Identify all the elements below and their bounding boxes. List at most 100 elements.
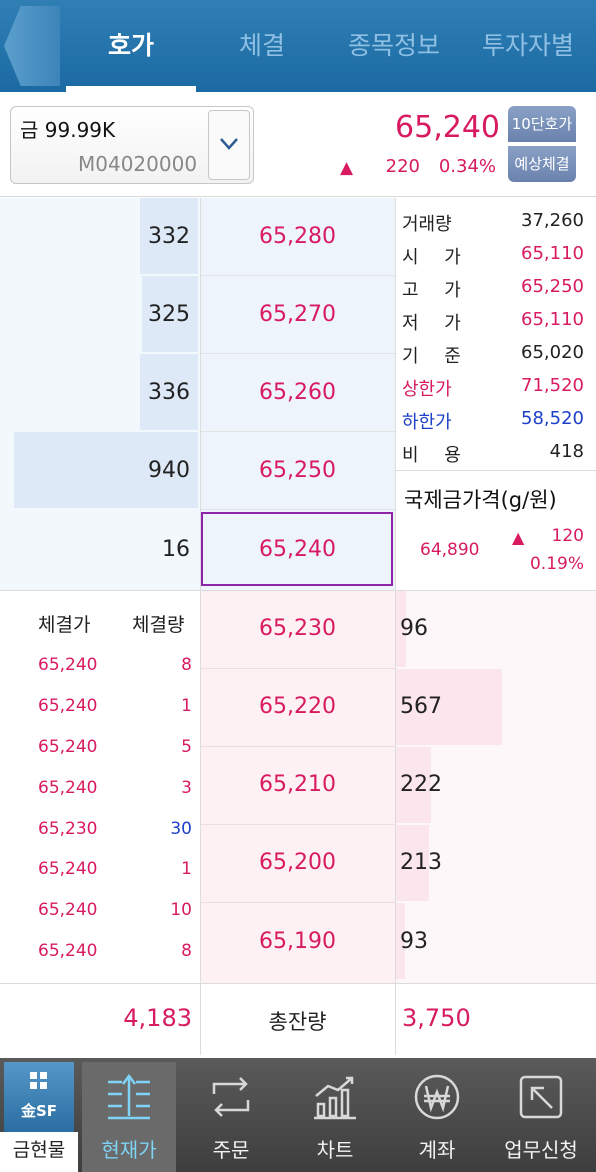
stat-value-high: 65,250 bbox=[521, 276, 584, 297]
grid-icon bbox=[30, 1072, 47, 1089]
stock-name: 금 99.99K bbox=[20, 118, 116, 142]
request-icon bbox=[519, 1075, 563, 1119]
bid-price[interactable]: 65,210 bbox=[200, 772, 395, 797]
chevron-down-icon bbox=[220, 138, 238, 150]
stat-label-base: 기 준 bbox=[402, 346, 471, 367]
total-bid-quantity: 3,750 bbox=[402, 1004, 471, 1032]
row-divider bbox=[200, 824, 395, 825]
bid-qty: 567 bbox=[400, 694, 442, 719]
trade-volume: 8 bbox=[181, 941, 192, 961]
stat-label-high: 고 가 bbox=[402, 280, 471, 301]
ask-qty: 325 bbox=[148, 302, 190, 327]
trade-price-header: 체결가 bbox=[38, 614, 91, 636]
stat-label-open: 시 가 bbox=[402, 247, 471, 268]
trade-volume: 5 bbox=[181, 737, 192, 757]
price-change: 220 bbox=[385, 156, 420, 177]
nav-item-order[interactable]: 주문 bbox=[181, 1134, 281, 1163]
total-remaining-label: 총잔량 bbox=[268, 1010, 327, 1034]
stat-value-lower-limit: 58,520 bbox=[521, 408, 584, 429]
trade-volume: 1 bbox=[181, 696, 192, 716]
tab-stock-info[interactable]: 종목정보 bbox=[328, 0, 460, 92]
chart-icon bbox=[314, 1076, 356, 1120]
trade-price: 65,240 bbox=[38, 655, 98, 675]
nav-item-current-price[interactable]: 현재가 bbox=[79, 1134, 179, 1163]
stock-code: M04020000 bbox=[78, 152, 198, 176]
trade-volume: 3 bbox=[181, 778, 192, 798]
column-divider bbox=[395, 198, 396, 1055]
stat-value-volume: 37,260 bbox=[521, 210, 584, 231]
bid-price[interactable]: 65,220 bbox=[200, 694, 395, 719]
stat-label-lower-limit: 하한가 bbox=[402, 412, 452, 433]
up-triangle-icon: ▲ bbox=[512, 528, 525, 547]
trade-price: 65,240 bbox=[38, 900, 98, 920]
stat-value-low: 65,110 bbox=[521, 309, 584, 330]
intl-gold-price: 64,890 bbox=[420, 540, 480, 560]
trade-price: 65,230 bbox=[38, 819, 98, 839]
current-price: 65,240 bbox=[395, 110, 500, 145]
ask-qty: 336 bbox=[148, 380, 190, 405]
trade-price: 65,240 bbox=[38, 737, 98, 757]
intl-gold-change-pct: 0.19% bbox=[529, 554, 584, 574]
stock-dropdown-button[interactable] bbox=[208, 110, 250, 180]
stat-label-upper-limit: 상한가 bbox=[402, 379, 452, 400]
trade-price: 65,240 bbox=[38, 941, 98, 961]
row-divider bbox=[200, 902, 395, 903]
stat-value-open: 65,110 bbox=[521, 243, 584, 264]
tab-hoga[interactable]: 호가 bbox=[66, 0, 196, 92]
stat-label-low: 저 가 bbox=[402, 313, 471, 334]
trade-volume: 10 bbox=[170, 900, 192, 920]
row-divider bbox=[200, 353, 395, 354]
trade-volume: 1 bbox=[181, 859, 192, 879]
ask-price[interactable]: 65,260 bbox=[200, 380, 395, 405]
trade-price: 65,240 bbox=[38, 696, 98, 716]
row-divider bbox=[200, 509, 395, 510]
ask-price[interactable]: 65,280 bbox=[200, 224, 395, 249]
trade-price: 65,240 bbox=[38, 778, 98, 798]
ask-price[interactable]: 65,240 bbox=[200, 537, 395, 562]
ask-price[interactable]: 65,250 bbox=[200, 458, 395, 483]
stat-label-volume: 거래량 bbox=[402, 214, 452, 235]
trade-volume-header: 체결량 bbox=[132, 614, 185, 636]
bid-qty: 222 bbox=[400, 772, 442, 797]
trade-volume: 30 bbox=[170, 819, 192, 839]
up-triangle-icon: ▲ bbox=[340, 158, 354, 178]
stat-label-cost: 비 용 bbox=[402, 445, 471, 466]
nav-item-account[interactable]: 계좌 bbox=[387, 1134, 487, 1163]
intl-gold-change: 120 bbox=[551, 526, 584, 546]
bid-price[interactable]: 65,190 bbox=[200, 929, 395, 954]
tab-investors[interactable]: 투자자별 bbox=[462, 0, 594, 92]
bid-price[interactable]: 65,230 bbox=[200, 616, 395, 641]
stats-divider bbox=[396, 470, 596, 471]
bid-qty: 213 bbox=[400, 850, 442, 875]
row-divider bbox=[200, 275, 395, 276]
nav-item-request[interactable]: 업무신청 bbox=[491, 1134, 591, 1163]
ask-qty: 16 bbox=[162, 537, 190, 562]
exchange-icon bbox=[212, 1077, 250, 1117]
price-change-pct: 0.34% bbox=[438, 156, 496, 177]
intl-gold-title: 국제금가격(g/원) bbox=[404, 488, 557, 512]
ten-level-quote-button[interactable]: 10단호가 bbox=[508, 106, 576, 142]
column-divider bbox=[395, 983, 396, 1055]
stat-value-base: 65,020 bbox=[521, 342, 584, 363]
nav-item-gold-spot[interactable]: 금현물 bbox=[0, 1132, 78, 1172]
ask-qty: 940 bbox=[148, 458, 190, 483]
logo-text: 金SF bbox=[20, 1102, 58, 1120]
expected-execution-button[interactable]: 예상체결 bbox=[508, 146, 576, 182]
stat-value-upper-limit: 71,520 bbox=[521, 375, 584, 396]
bid-qty: 93 bbox=[400, 929, 428, 954]
stat-value-cost: 418 bbox=[549, 441, 584, 462]
ask-bid-divider bbox=[0, 590, 596, 591]
ask-price[interactable]: 65,270 bbox=[200, 302, 395, 327]
ask-qty: 332 bbox=[148, 224, 190, 249]
won-icon bbox=[414, 1074, 460, 1120]
nav-item-chart[interactable]: 차트 bbox=[285, 1134, 385, 1163]
bid-price[interactable]: 65,200 bbox=[200, 850, 395, 875]
row-divider bbox=[200, 431, 395, 432]
bid-qty: 96 bbox=[400, 616, 428, 641]
total-ask-quantity: 4,183 bbox=[123, 1004, 192, 1032]
price-list-icon bbox=[108, 1073, 150, 1120]
row-divider bbox=[200, 668, 395, 669]
row-divider bbox=[200, 746, 395, 747]
tab-trades[interactable]: 체결 bbox=[198, 0, 326, 92]
column-divider bbox=[200, 198, 201, 1055]
